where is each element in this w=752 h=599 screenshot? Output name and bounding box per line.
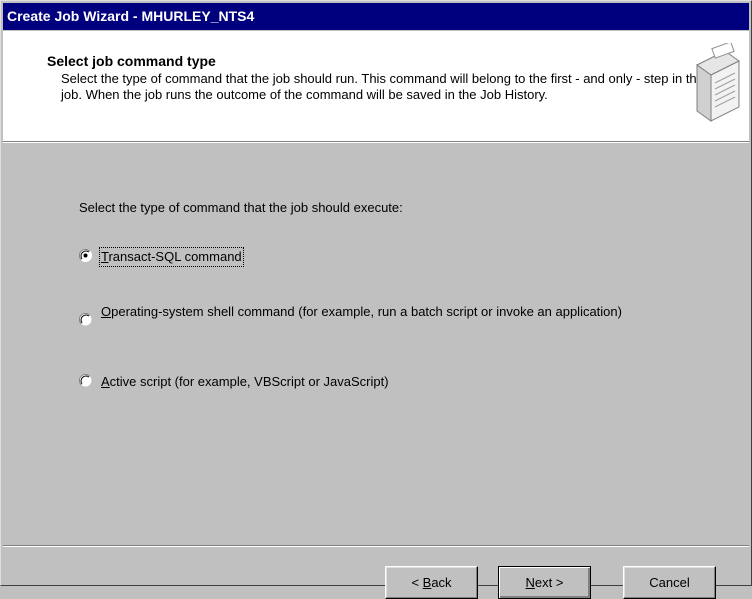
wizard-header: Select job command type Select the type … xyxy=(3,31,749,142)
wizard-window: Create Job Wizard - MHURLEY_NTS4 Select … xyxy=(0,0,752,599)
title-bar[interactable]: Create Job Wizard - MHURLEY_NTS4 xyxy=(3,3,749,30)
footer-divider xyxy=(3,545,749,547)
radio-unselected-icon[interactable] xyxy=(79,313,92,326)
page-description: Select the type of command that the job … xyxy=(61,71,704,102)
command-type-prompt: Select the type of command that the job … xyxy=(79,200,403,215)
radio-unselected-icon[interactable] xyxy=(79,374,92,387)
window-title: Create Job Wizard - MHURLEY_NTS4 xyxy=(7,8,255,24)
wizard-server-icon xyxy=(696,43,740,122)
next-button[interactable]: Next > xyxy=(498,566,591,599)
back-button[interactable]: < Back xyxy=(385,566,478,599)
option-os-shell-label: Operating-system shell command (for exam… xyxy=(101,304,622,319)
radio-selected-icon[interactable] xyxy=(79,249,92,262)
option-transact-sql[interactable]: Transact-SQL command xyxy=(79,247,244,267)
option-active-script-label: Active script (for example, VBScript or … xyxy=(101,374,389,389)
header-divider xyxy=(3,142,749,143)
cancel-button[interactable]: Cancel xyxy=(623,566,716,599)
option-os-shell[interactable]: Operating-system shell command (for exam… xyxy=(79,304,719,326)
option-active-script[interactable]: Active script (for example, VBScript or … xyxy=(79,374,389,390)
page-title: Select job command type xyxy=(47,53,216,69)
option-transact-sql-label: Transact-SQL command xyxy=(99,247,244,267)
